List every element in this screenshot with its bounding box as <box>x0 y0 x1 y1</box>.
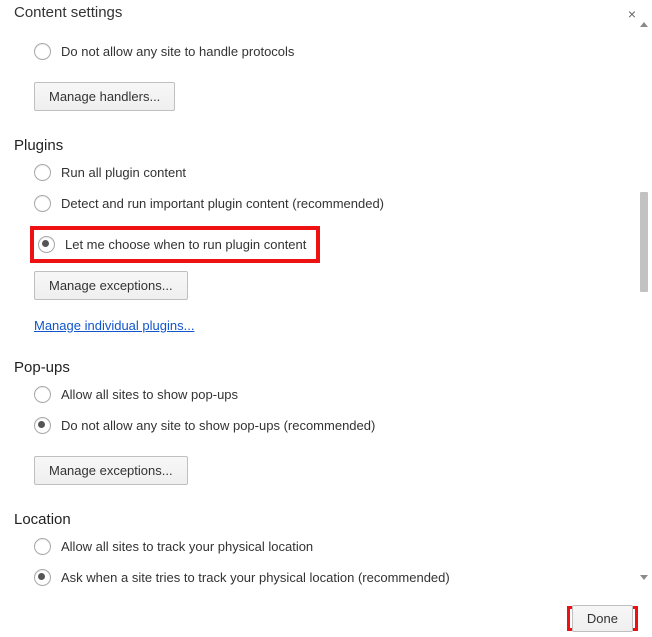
manage-individual-plugins-link[interactable]: Manage individual plugins... <box>34 318 194 333</box>
location-option-ask[interactable]: Ask when a site tries to track your phys… <box>34 569 630 586</box>
scroll-up-icon[interactable] <box>640 22 648 27</box>
popups-option-allow[interactable]: Allow all sites to show pop-ups <box>34 386 630 403</box>
location-option-allow[interactable]: Allow all sites to track your physical l… <box>34 538 630 555</box>
handlers-option-block[interactable]: Do not allow any site to handle protocol… <box>34 43 630 60</box>
radio-icon[interactable] <box>34 569 51 586</box>
section-heading-popups: Pop-ups <box>14 359 630 376</box>
popups-option-block[interactable]: Do not allow any site to show pop-ups (r… <box>34 417 630 434</box>
dialog-title: Content settings <box>14 4 122 21</box>
done-highlight: Done <box>567 606 638 631</box>
scrollbar-thumb[interactable] <box>640 192 648 292</box>
content-settings-dialog: Content settings × Do not allow any site… <box>0 0 652 637</box>
option-label: Let me choose when to run plugin content <box>65 237 306 252</box>
option-label: Detect and run important plugin content … <box>61 196 384 211</box>
radio-icon[interactable] <box>34 386 51 403</box>
option-label: Run all plugin content <box>61 165 186 180</box>
done-button[interactable]: Done <box>572 605 633 632</box>
dialog-header: Content settings × <box>0 0 652 29</box>
scrollbar[interactable] <box>639 22 649 580</box>
radio-icon[interactable] <box>38 236 55 253</box>
option-label: Do not allow any site to show pop-ups (r… <box>61 418 375 433</box>
option-label: Allow all sites to track your physical l… <box>61 539 313 554</box>
radio-icon[interactable] <box>34 43 51 60</box>
radio-icon[interactable] <box>34 538 51 555</box>
scroll-down-icon[interactable] <box>640 575 648 580</box>
option-label: Allow all sites to show pop-ups <box>61 387 238 402</box>
plugins-option-run-all[interactable]: Run all plugin content <box>34 164 630 181</box>
dialog-footer: Done <box>567 606 638 631</box>
radio-icon[interactable] <box>34 195 51 212</box>
plugins-option-choose-highlight: Let me choose when to run plugin content <box>30 226 320 263</box>
section-heading-location: Location <box>14 511 630 528</box>
option-label: Do not allow any site to handle protocol… <box>61 44 294 59</box>
plugins-option-detect[interactable]: Detect and run important plugin content … <box>34 195 630 212</box>
scroll-area: Do not allow any site to handle protocol… <box>0 29 644 589</box>
radio-icon[interactable] <box>34 417 51 434</box>
manage-handlers-button[interactable]: Manage handlers... <box>34 82 175 111</box>
close-icon[interactable]: × <box>628 6 636 22</box>
popups-manage-exceptions-button[interactable]: Manage exceptions... <box>34 456 188 485</box>
option-label: Ask when a site tries to track your phys… <box>61 570 450 585</box>
plugins-manage-exceptions-button[interactable]: Manage exceptions... <box>34 271 188 300</box>
section-heading-plugins: Plugins <box>14 137 630 154</box>
radio-icon[interactable] <box>34 164 51 181</box>
dialog-content: Do not allow any site to handle protocol… <box>0 29 644 589</box>
